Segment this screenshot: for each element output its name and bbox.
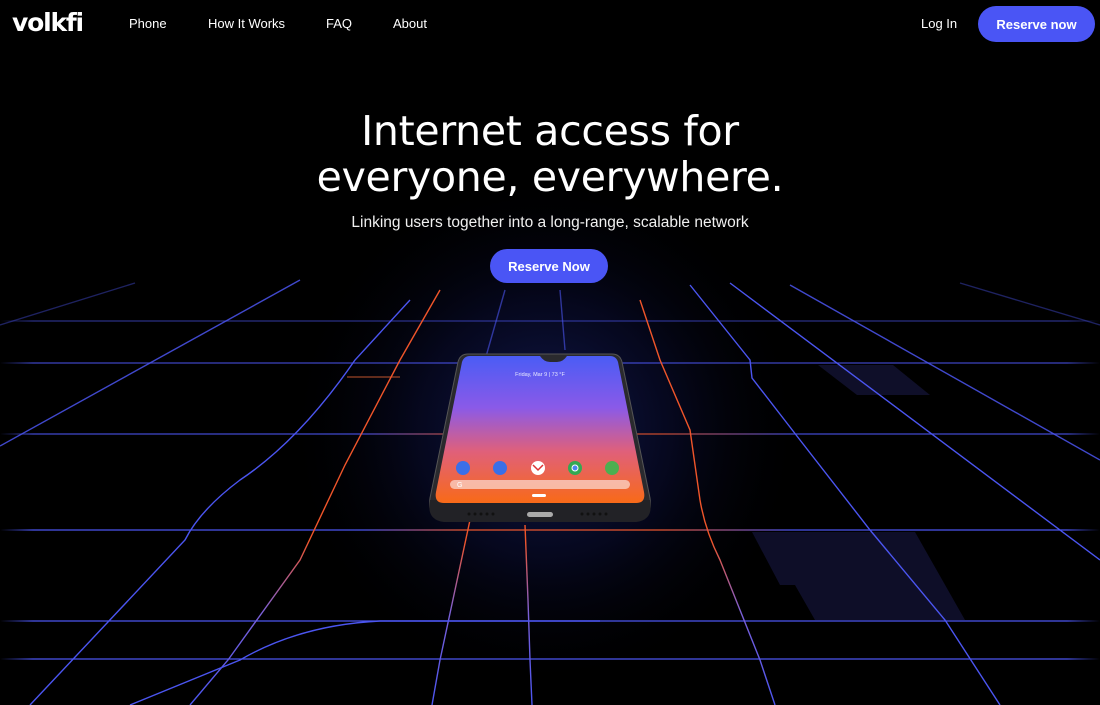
reserve-now-nav-button[interactable]: Reserve now	[978, 6, 1095, 42]
volkfi-logo[interactable]: volkfi	[12, 8, 84, 37]
search-bar	[450, 480, 630, 489]
speaker-hole	[580, 512, 584, 516]
nav-link-phone[interactable]: Phone	[129, 16, 167, 31]
speaker-hole	[604, 512, 608, 516]
phone-illustration: Friday, Mar 9 | 73 °F G	[429, 353, 651, 522]
speaker-hole	[473, 512, 477, 516]
hero-title-line-1: Internet access for	[361, 107, 739, 155]
nav-link-faq[interactable]: FAQ	[326, 16, 352, 31]
charging-port	[527, 512, 553, 517]
speaker-hole	[467, 512, 471, 516]
nav-link-about[interactable]: About	[393, 16, 427, 31]
hero-title: Internet access for everyone, everywhere…	[0, 108, 1100, 200]
google-search-glyph: G	[457, 482, 462, 489]
chrome-icon-center	[571, 464, 579, 472]
lockscreen-text: Friday, Mar 9 | 73 °F	[515, 372, 565, 378]
speaker-hole	[598, 512, 602, 516]
speaker-hole	[491, 512, 495, 516]
top-navigation: volkfi Phone How It Works FAQ About Log …	[0, 0, 1100, 48]
speaker-hole	[485, 512, 489, 516]
speaker-hole	[479, 512, 483, 516]
messages-app-icon	[493, 461, 507, 475]
speaker-hole	[586, 512, 590, 516]
nav-link-how-it-works[interactable]: How It Works	[208, 16, 285, 31]
network-grid-background: Friday, Mar 9 | 73 °F G	[0, 0, 1100, 705]
phone-app-icon	[456, 461, 470, 475]
hero-subtitle: Linking users together into a long-range…	[351, 214, 749, 231]
reserve-now-hero-button[interactable]: Reserve Now	[490, 249, 608, 283]
speaker-hole	[592, 512, 596, 516]
home-indicator	[532, 494, 546, 497]
maps-app-icon	[605, 461, 619, 475]
hero-title-line-2: everyone, everywhere.	[316, 153, 784, 201]
login-link[interactable]: Log In	[921, 16, 957, 31]
gmail-app-icon	[531, 461, 545, 475]
phone-base	[429, 500, 651, 522]
